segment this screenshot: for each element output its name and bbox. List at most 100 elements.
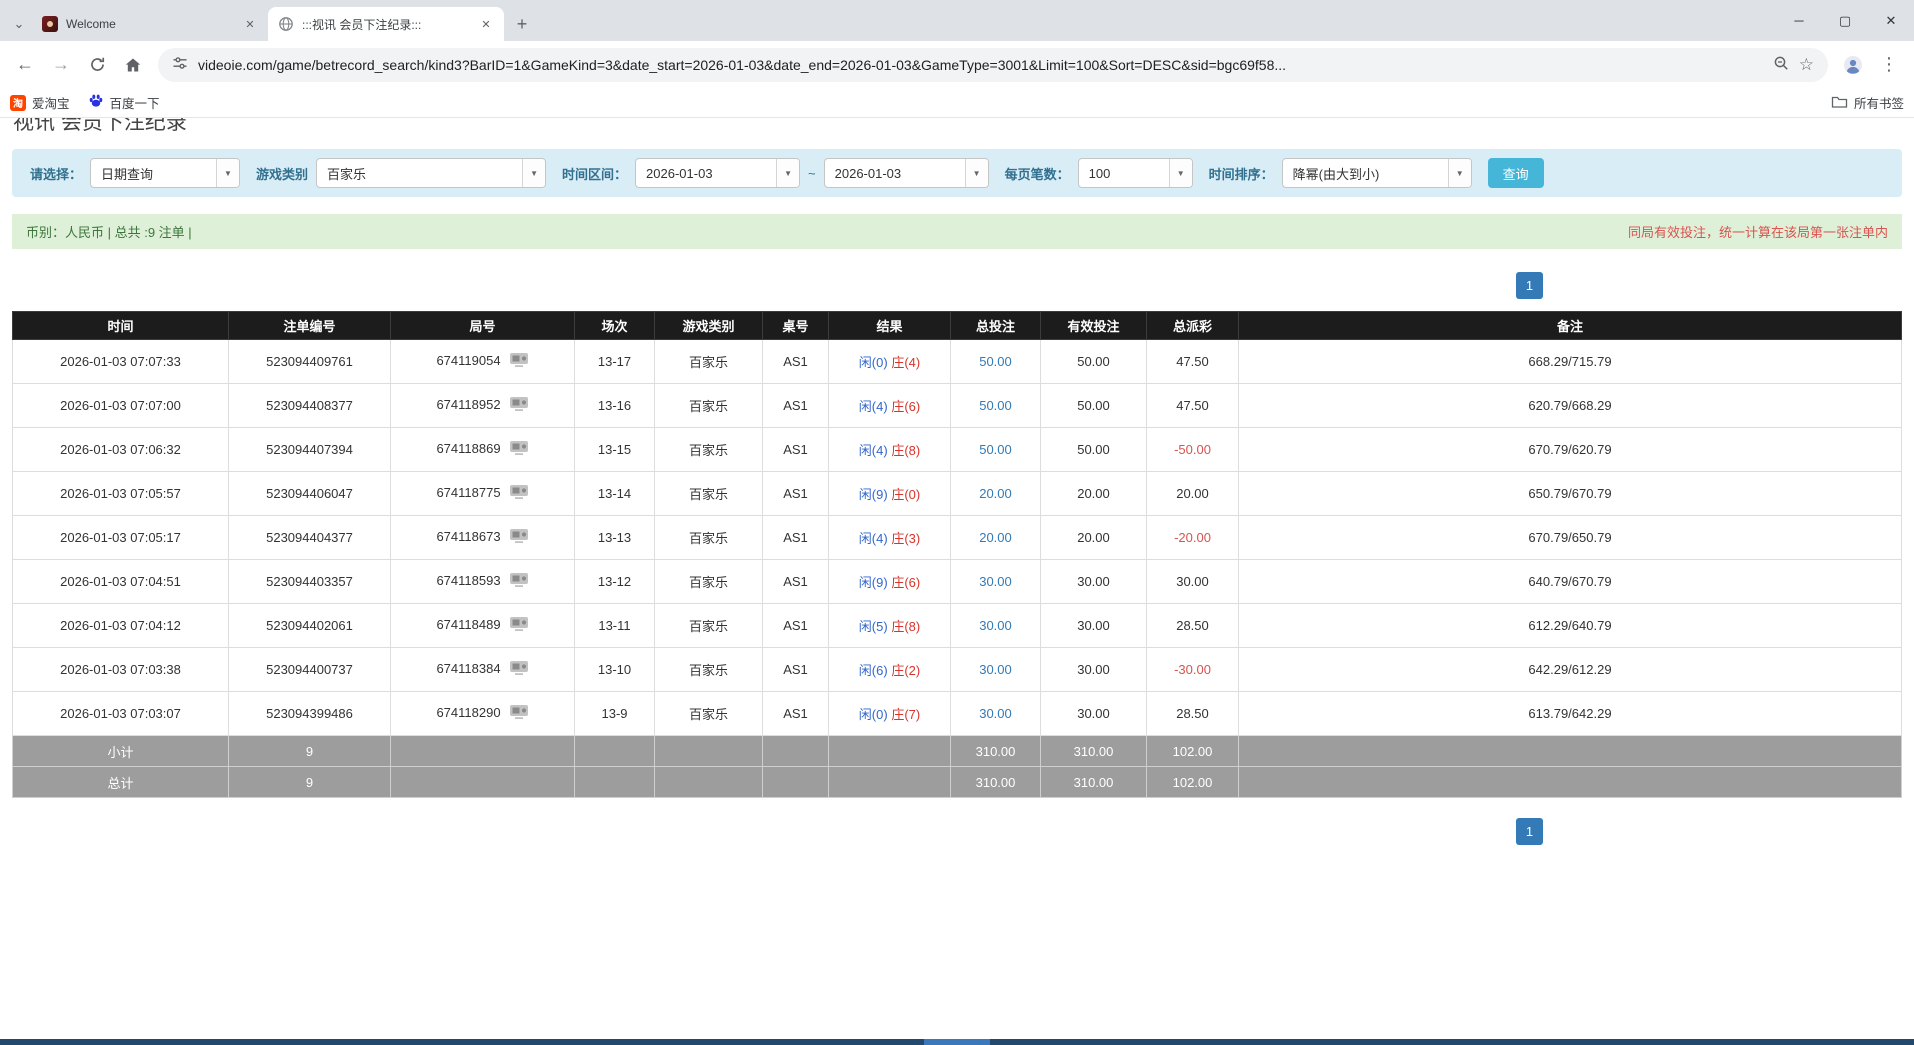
tab-search-chevron-icon[interactable]: ⌄ xyxy=(6,7,32,41)
chevron-down-icon[interactable]: ▼ xyxy=(776,159,799,187)
cell-total-bet: 50.00 xyxy=(951,428,1041,472)
result-player: 闲(6) xyxy=(859,663,888,678)
folder-icon xyxy=(1831,94,1848,112)
sum-cell xyxy=(763,767,829,798)
site-settings-icon[interactable] xyxy=(172,55,188,74)
chevron-down-icon[interactable]: ▼ xyxy=(522,159,545,187)
cell-round: 674118384 xyxy=(391,648,575,692)
url-text[interactable]: videoie.com/game/betrecord_search/kind3?… xyxy=(198,57,1763,73)
menu-kebab-icon[interactable]: ⋮ xyxy=(1872,48,1906,82)
replay-icon[interactable] xyxy=(509,660,529,679)
cell-valid-bet: 50.00 xyxy=(1041,340,1147,384)
bookmarks-bar: 淘 爱淘宝 百度一下 所有书签 xyxy=(0,88,1914,118)
cell-payout: 30.00 xyxy=(1147,560,1239,604)
replay-icon[interactable] xyxy=(509,704,529,723)
search-button[interactable]: 查询 xyxy=(1488,158,1544,188)
home-button[interactable] xyxy=(116,48,150,82)
page-1-button[interactable]: 1 xyxy=(1516,272,1543,299)
back-button[interactable]: ← xyxy=(8,48,42,82)
result-player: 闲(4) xyxy=(859,399,888,414)
replay-icon[interactable] xyxy=(509,484,529,503)
result-banker: 庄(6) xyxy=(891,575,920,590)
cell-bet-id: 523094399486 xyxy=(229,692,391,736)
tab-betrecord[interactable]: :::视讯 会员下注纪录::: ✕ xyxy=(268,7,504,41)
sum-cell xyxy=(655,767,763,798)
column-header: 结果 xyxy=(829,312,951,340)
total-bet-link[interactable]: 30.00 xyxy=(979,706,1012,721)
round-number: 674118869 xyxy=(436,441,500,456)
cell-result: 闲(0) 庄(7) xyxy=(829,692,951,736)
page-1-button[interactable]: 1 xyxy=(1516,818,1543,845)
cell-bet-id: 523094400737 xyxy=(229,648,391,692)
sort-value: 降幂(由大到小) xyxy=(1283,164,1448,183)
cell-total-bet: 30.00 xyxy=(951,692,1041,736)
sum-cell: 9 xyxy=(229,736,391,767)
date-start-value: 2026-01-03 xyxy=(636,166,776,181)
refresh-button[interactable] xyxy=(80,48,114,82)
tab-close-icon[interactable]: ✕ xyxy=(242,16,258,32)
cell-session: 13-17 xyxy=(575,340,655,384)
tab-welcome[interactable]: Welcome ✕ xyxy=(32,7,268,41)
total-bet-link[interactable]: 30.00 xyxy=(979,574,1012,589)
sum-cell: 9 xyxy=(229,767,391,798)
pagination-top: 1 xyxy=(0,272,1914,299)
replay-icon[interactable] xyxy=(509,352,529,371)
chevron-down-icon[interactable]: ▼ xyxy=(1448,159,1471,187)
replay-icon[interactable] xyxy=(509,528,529,547)
game-type-select[interactable]: 百家乐 ▼ xyxy=(316,158,546,188)
total-bet-link[interactable]: 20.00 xyxy=(979,486,1012,501)
cell-game-type: 百家乐 xyxy=(655,384,763,428)
cell-total-bet: 30.00 xyxy=(951,604,1041,648)
sort-select[interactable]: 降幂(由大到小) ▼ xyxy=(1282,158,1472,188)
cell-table-number: AS1 xyxy=(763,648,829,692)
cell-note: 620.79/668.29 xyxy=(1239,384,1902,428)
chevron-down-icon[interactable]: ▼ xyxy=(216,159,239,187)
all-bookmarks-button[interactable]: 所有书签 xyxy=(1831,93,1904,112)
maximize-button[interactable]: ▢ xyxy=(1822,0,1868,41)
bookmark-baidu[interactable]: 百度一下 xyxy=(88,93,160,112)
zoom-icon[interactable] xyxy=(1773,55,1789,74)
replay-icon[interactable] xyxy=(509,440,529,459)
total-bet-link[interactable]: 50.00 xyxy=(979,442,1012,457)
total-bet-link[interactable]: 30.00 xyxy=(979,618,1012,633)
browser-toolbar: ← → videoie.com/game/betrecord_search/ki… xyxy=(0,41,1914,88)
round-number: 674118593 xyxy=(436,573,500,588)
address-bar[interactable]: videoie.com/game/betrecord_search/kind3?… xyxy=(158,48,1828,82)
chevron-down-icon[interactable]: ▼ xyxy=(1169,159,1192,187)
cell-bet-id: 523094402061 xyxy=(229,604,391,648)
query-type-select[interactable]: 日期查询 ▼ xyxy=(90,158,240,188)
cell-valid-bet: 30.00 xyxy=(1041,604,1147,648)
bookmark-aitaobao[interactable]: 淘 爱淘宝 xyxy=(10,93,70,112)
date-start-input[interactable]: 2026-01-03 ▼ xyxy=(635,158,800,188)
per-page-select[interactable]: 100 ▼ xyxy=(1078,158,1193,188)
chevron-down-icon[interactable]: ▼ xyxy=(965,159,988,187)
cell-game-type: 百家乐 xyxy=(655,340,763,384)
bookmark-star-icon[interactable]: ☆ xyxy=(1799,55,1814,75)
cell-result: 闲(9) 庄(6) xyxy=(829,560,951,604)
forward-button[interactable]: → xyxy=(44,48,78,82)
sum-cell: 小计 xyxy=(13,736,229,767)
replay-icon[interactable] xyxy=(509,572,529,591)
profile-icon[interactable] xyxy=(1836,48,1870,82)
date-end-input[interactable]: 2026-01-03 ▼ xyxy=(824,158,989,188)
replay-icon[interactable] xyxy=(509,616,529,635)
cell-payout: -50.00 xyxy=(1147,428,1239,472)
sum-cell xyxy=(763,736,829,767)
cell-session: 13-13 xyxy=(575,516,655,560)
replay-icon[interactable] xyxy=(509,396,529,415)
round-number: 674118290 xyxy=(436,705,500,720)
sum-cell xyxy=(829,767,951,798)
total-bet-link[interactable]: 50.00 xyxy=(979,354,1012,369)
new-tab-button[interactable]: + xyxy=(508,10,536,38)
cell-time: 2026-01-03 07:05:17 xyxy=(13,516,229,560)
minimize-button[interactable]: ─ xyxy=(1776,0,1822,41)
total-bet-link[interactable]: 20.00 xyxy=(979,530,1012,545)
column-header: 桌号 xyxy=(763,312,829,340)
currency-summary-text: 币别：人民币 | 总共 :9 注单 | xyxy=(26,222,192,241)
cell-game-type: 百家乐 xyxy=(655,472,763,516)
total-bet-link[interactable]: 30.00 xyxy=(979,662,1012,677)
round-number: 674118952 xyxy=(436,397,500,412)
close-button[interactable]: ✕ xyxy=(1868,0,1914,41)
tab-close-icon[interactable]: ✕ xyxy=(478,16,494,32)
total-bet-link[interactable]: 50.00 xyxy=(979,398,1012,413)
